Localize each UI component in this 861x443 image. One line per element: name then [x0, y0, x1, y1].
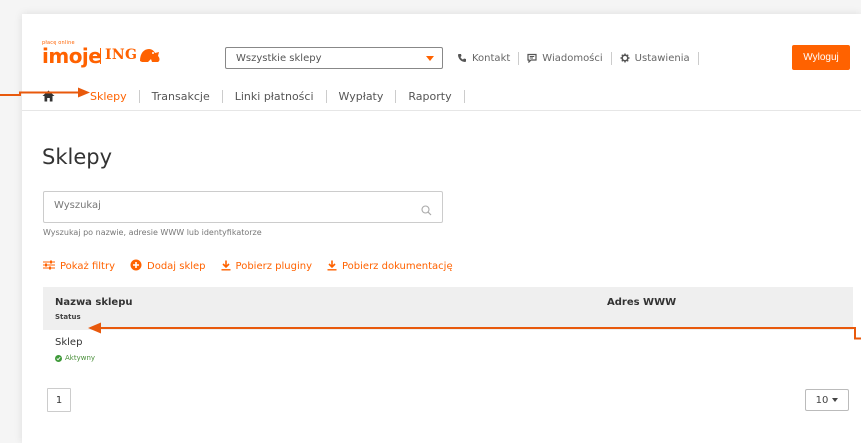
chevron-down-icon: [832, 398, 839, 402]
download-icon: [327, 260, 337, 274]
search-input[interactable]: [54, 200, 394, 211]
contact-link-label: Kontakt: [472, 52, 511, 64]
status-badge: Aktywny: [55, 354, 95, 362]
search-hint: Wyszukaj po nazwie, adresie WWW lub iden…: [43, 228, 262, 237]
nav-item-transakcje[interactable]: Transakcje: [140, 90, 222, 103]
divider: [697, 51, 699, 65]
header-links: Kontakt Wiadomości Ustawienia: [449, 47, 699, 69]
search-box[interactable]: [43, 191, 443, 223]
page-title: Sklepy: [42, 145, 113, 169]
logout-button[interactable]: Wyloguj: [792, 45, 850, 70]
nav-item-sklepy[interactable]: Sklepy: [56, 90, 139, 103]
main-nav: Sklepy Transakcje Linki płatności Wypłat…: [42, 86, 465, 106]
nav-item-linki-platnosci[interactable]: Linki płatności: [223, 90, 326, 103]
column-www[interactable]: Adres WWW: [607, 297, 676, 308]
store-select[interactable]: Wszystkie sklepy: [225, 47, 443, 69]
action-bar: Pokaż filtry Dodaj sklep Pobierz pluginy…: [43, 259, 468, 274]
show-filters-label: Pokaż filtry: [60, 261, 115, 272]
nav-item-wyplaty[interactable]: Wypłaty: [327, 90, 396, 103]
stores-table-header: Nazwa sklepu Status Adres WWW: [43, 287, 853, 330]
search-icon[interactable]: [421, 201, 432, 220]
home-icon[interactable]: [42, 90, 56, 102]
page-button-1[interactable]: 1: [47, 388, 71, 412]
download-plugins-button[interactable]: Pobierz pluginy: [221, 260, 312, 274]
store-select-value: Wszystkie sklepy: [236, 53, 322, 64]
contact-link[interactable]: Kontakt: [449, 53, 518, 64]
per-page-value: 10: [815, 394, 829, 406]
filter-icon: [43, 260, 55, 273]
download-plugins-label: Pobierz pluginy: [235, 261, 312, 272]
status-text: Aktywny: [65, 354, 96, 362]
ing-lion-icon: [140, 49, 160, 62]
messages-link[interactable]: Wiadomości: [519, 53, 610, 64]
column-store-name[interactable]: Nazwa sklepu: [55, 297, 133, 308]
nav-divider: [22, 110, 861, 111]
add-store-label: Dodaj sklep: [147, 261, 206, 272]
nav-item-raporty[interactable]: Raporty: [396, 90, 463, 103]
download-docs-label: Pobierz dokumentację: [342, 261, 453, 272]
per-page-select[interactable]: 10: [805, 389, 849, 411]
settings-link-label: Ustawienia: [634, 52, 690, 64]
add-store-button[interactable]: Dodaj sklep: [130, 259, 206, 274]
messages-link-label: Wiadomości: [542, 52, 603, 64]
column-status[interactable]: Status: [55, 313, 81, 321]
phone-icon: [457, 53, 467, 63]
store-name-link[interactable]: Sklep: [55, 337, 82, 348]
chevron-down-icon: [426, 56, 434, 61]
gear-icon: [620, 53, 630, 63]
show-filters-button[interactable]: Pokaż filtry: [43, 260, 115, 273]
logo-divider: [100, 48, 101, 64]
download-docs-button[interactable]: Pobierz dokumentację: [327, 260, 453, 274]
logo-imoje-text: imoje: [42, 44, 102, 68]
download-icon: [221, 260, 231, 274]
settings-link[interactable]: Ustawienia: [612, 53, 698, 64]
main-panel: płacę online imoje ING Wszystkie sklepy …: [22, 14, 861, 443]
check-circle-icon: [55, 354, 62, 362]
message-icon: [527, 53, 537, 63]
plus-circle-icon: [130, 259, 142, 274]
logo-ing-text: ING: [105, 47, 138, 63]
divider: [463, 89, 465, 103]
